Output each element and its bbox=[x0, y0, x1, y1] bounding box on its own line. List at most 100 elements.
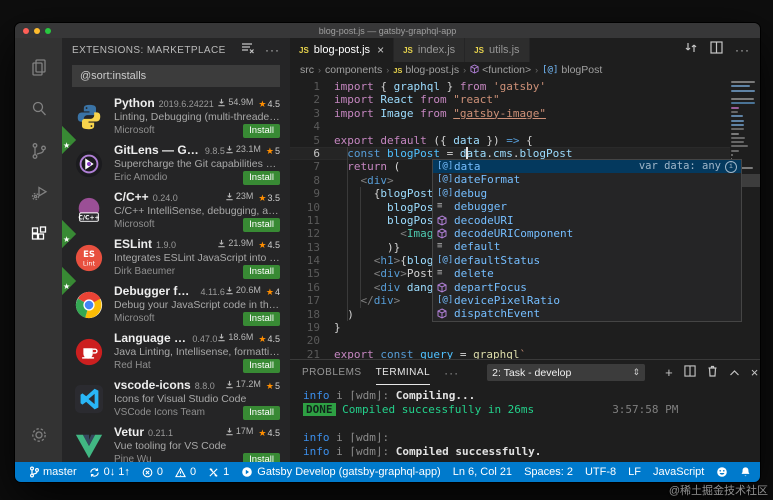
suggestion-item[interactable]: [@]devicePixelRatio bbox=[433, 294, 741, 307]
bell-icon bbox=[740, 466, 751, 478]
vscode-window: blog-post.js — gatsby-graphql-app bbox=[14, 22, 761, 483]
play-circle-icon bbox=[241, 466, 253, 478]
status-item-javascript[interactable]: JavaScript bbox=[647, 462, 710, 482]
status-item-0[interactable]: 0 bbox=[136, 462, 169, 482]
tab-label: utils.js bbox=[489, 44, 520, 56]
terminal-output[interactable]: info i ⌈wdm⌋: Compiling...DONE Compiled … bbox=[290, 385, 760, 462]
extension-list-item[interactable]: Vetur0.21.117M★4.5Vue tooling for VS Cod… bbox=[62, 422, 290, 462]
suggestion-item[interactable]: decodeURIComponent bbox=[433, 227, 741, 240]
status-item-master[interactable]: master bbox=[23, 462, 83, 482]
star-icon: ★ bbox=[258, 240, 266, 251]
suggestion-item[interactable]: [@]dateFormat bbox=[433, 173, 741, 186]
suggestion-item[interactable]: [@]debug bbox=[433, 187, 741, 200]
install-button[interactable]: Install bbox=[243, 124, 280, 138]
tab-utils[interactable]: JS utils.js bbox=[465, 38, 529, 62]
install-button[interactable]: Install bbox=[243, 312, 280, 326]
suggestion-item[interactable]: dispatchEvent bbox=[433, 307, 741, 320]
status-label: Spaces: 2 bbox=[524, 466, 573, 478]
extension-description: Linting, Debugging (multi-threaded... bbox=[114, 111, 280, 123]
kill-terminal-icon[interactable] bbox=[707, 364, 718, 382]
settings-gear-icon[interactable] bbox=[15, 414, 62, 456]
suggestion-item[interactable]: [@]defaultStatus bbox=[433, 254, 741, 267]
install-button[interactable]: Install bbox=[243, 218, 280, 232]
install-button[interactable]: Install bbox=[243, 359, 280, 373]
extension-rating: 4.5 bbox=[267, 99, 280, 109]
suggestion-item[interactable]: departFocus bbox=[433, 281, 741, 294]
close-tab-icon[interactable]: × bbox=[377, 43, 384, 57]
status-item-ln-6-col-21[interactable]: Ln 6, Col 21 bbox=[447, 462, 518, 482]
status-item-spaces-2[interactable]: Spaces: 2 bbox=[518, 462, 579, 482]
extension-description: Supercharge the Git capabilities bui... bbox=[114, 158, 280, 170]
vetur-logo bbox=[72, 429, 106, 463]
breadcrumb-src[interactable]: src bbox=[300, 64, 314, 76]
extension-name: GitLens — Git su... bbox=[114, 143, 201, 157]
breadcrumb-function[interactable]: <function> bbox=[482, 64, 531, 76]
suggestion-item[interactable]: decodeURI bbox=[433, 214, 741, 227]
suggestion-item[interactable]: ≡default bbox=[433, 240, 741, 253]
status-item-gatsby-develop-gatsby-graphql-app[interactable]: Gatsby Develop (gatsby-graphql-app) bbox=[235, 462, 446, 482]
install-button[interactable]: Install bbox=[243, 453, 280, 463]
explorer-icon[interactable] bbox=[15, 46, 62, 88]
split-terminal-icon[interactable] bbox=[684, 364, 696, 382]
breadcrumb-file[interactable]: blog-post.js bbox=[405, 64, 459, 76]
open-changes-icon[interactable] bbox=[684, 41, 698, 59]
extension-author: Dirk Baeumer bbox=[114, 266, 243, 277]
recommended-star-icon: ★ bbox=[63, 282, 70, 291]
code-editor[interactable]: 1import { graphql } from 'gatsby'2import… bbox=[290, 78, 760, 359]
extensions-icon[interactable] bbox=[15, 214, 62, 256]
status-label: master bbox=[43, 466, 77, 478]
install-button[interactable]: Install bbox=[243, 406, 280, 420]
status-item-utf-8[interactable]: UTF-8 bbox=[579, 462, 622, 482]
status-item-smiley-icon[interactable] bbox=[710, 462, 734, 482]
status-label: 0 bbox=[157, 466, 163, 478]
maximize-panel-icon[interactable] bbox=[729, 364, 740, 382]
terminal-line: info i ⌈wdm⌋: Compiling... bbox=[303, 389, 760, 403]
extension-rating: 5 bbox=[275, 381, 280, 391]
install-button[interactable]: Install bbox=[243, 171, 280, 185]
extension-list-item[interactable]: vscode-icons8.8.017.2M★5Icons for Visual… bbox=[62, 375, 290, 422]
sidebar-more-actions-icon[interactable]: ··· bbox=[265, 43, 280, 57]
source-control-icon[interactable] bbox=[15, 130, 62, 172]
tab-problems[interactable]: PROBLEMS bbox=[302, 360, 362, 385]
extension-list-item[interactable]: Language Sup...0.47.018.6M★4.5Java Linti… bbox=[62, 328, 290, 375]
terminal-select-value: 2: Task - develop bbox=[492, 367, 632, 379]
breadcrumb-blogpost[interactable]: blogPost bbox=[561, 64, 602, 76]
clear-extensions-filter-icon[interactable] bbox=[241, 41, 255, 59]
editor-group: JS blog-post.js × JS index.js JS utils.j… bbox=[290, 38, 760, 462]
tab-index[interactable]: JS index.js bbox=[394, 38, 465, 62]
extension-list-item[interactable]: ★Debugger for C...4.11.620.6M★4Debug you… bbox=[62, 281, 290, 328]
editor-more-actions-icon[interactable]: ··· bbox=[735, 43, 750, 57]
suggestion-item[interactable]: [@]datavar data: anyi bbox=[433, 160, 741, 173]
close-panel-icon[interactable]: × bbox=[751, 366, 759, 379]
status-item-0[interactable]: 0 bbox=[169, 462, 202, 482]
debug-icon[interactable] bbox=[15, 172, 62, 214]
download-count: 18.6M bbox=[217, 332, 253, 342]
new-terminal-icon[interactable]: + bbox=[665, 366, 673, 379]
extension-list-item[interactable]: ★ESLintESLint1.9.021.9M★4.5Integrates ES… bbox=[62, 234, 290, 281]
extension-list-item[interactable]: Python2019.6.2422154.9M★4.5Linting, Debu… bbox=[62, 93, 290, 140]
split-editor-icon[interactable] bbox=[710, 41, 723, 59]
suggestion-label: dispatchEvent bbox=[454, 307, 540, 320]
minimap[interactable] bbox=[731, 81, 755, 171]
tab-blog-post[interactable]: JS blog-post.js × bbox=[290, 38, 394, 62]
bottom-panel: PROBLEMS TERMINAL ··· 2: Task - develop … bbox=[290, 359, 760, 462]
search-icon[interactable] bbox=[15, 88, 62, 130]
status-label: UTF-8 bbox=[585, 466, 616, 478]
install-button[interactable]: Install bbox=[243, 265, 280, 279]
breadcrumb-components[interactable]: components bbox=[325, 64, 382, 76]
status-item-bell-icon[interactable] bbox=[734, 462, 757, 482]
status-item-0-1[interactable]: 0↓ 1↑ bbox=[83, 462, 136, 482]
extensions-search-input[interactable]: @sort:installs bbox=[72, 65, 280, 87]
star-icon: ★ bbox=[258, 99, 266, 110]
extension-description: Java Linting, Intellisense, formattin... bbox=[114, 346, 280, 358]
suggestion-item[interactable]: ≡debugger bbox=[433, 200, 741, 213]
extension-description: Icons for Visual Studio Code bbox=[114, 393, 280, 405]
panel-more-actions-icon[interactable]: ··· bbox=[444, 366, 459, 380]
extension-list-item[interactable]: C/C++C/C++0.24.023M★3.5C/C++ IntelliSens… bbox=[62, 187, 290, 234]
status-item-lf[interactable]: LF bbox=[622, 462, 647, 482]
terminal-select[interactable]: 2: Task - develop ⇕ bbox=[487, 364, 645, 381]
tab-terminal[interactable]: TERMINAL bbox=[376, 360, 431, 385]
suggestion-item[interactable]: ≡delete bbox=[433, 267, 741, 280]
status-item-1[interactable]: 1 bbox=[202, 462, 235, 482]
extension-list-item[interactable]: ★GitLens — Git su...9.8.523.1M★5Supercha… bbox=[62, 140, 290, 187]
